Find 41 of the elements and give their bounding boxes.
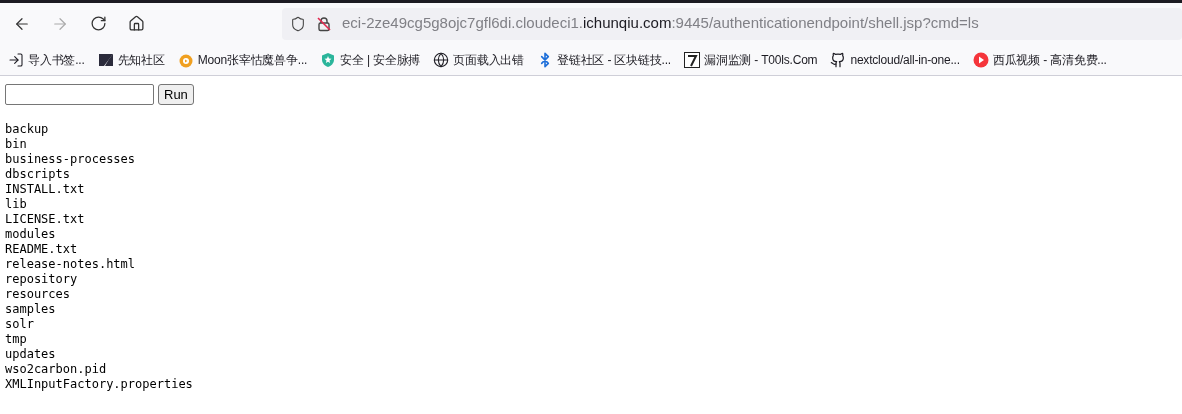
bookmark-item[interactable]: 先知社区 xyxy=(97,50,165,69)
output-line: solr xyxy=(5,317,34,332)
bookmark-item[interactable]: nextcloud/all-in-one... xyxy=(830,50,960,69)
shield-icon xyxy=(320,51,337,68)
bookmark-item[interactable]: Moon张宰怙魔兽争... xyxy=(177,50,308,69)
output-line: dbscripts xyxy=(5,167,71,182)
output-line: XMLInputFactory.properties xyxy=(5,377,193,392)
home-icon xyxy=(127,15,145,32)
import-icon xyxy=(8,51,24,68)
output-line: modules xyxy=(5,227,56,242)
bookmark-item[interactable]: 漏洞监测 - T00ls.Com xyxy=(683,50,818,69)
output-line: repository xyxy=(5,272,78,287)
bookmark-item[interactable]: 安全 | 安全脉搏 xyxy=(320,50,421,69)
output-line: bin xyxy=(5,137,27,152)
insecure-lock-icon[interactable] xyxy=(316,15,332,32)
shield-icon[interactable] xyxy=(290,15,306,32)
bookmark-item[interactable]: 西瓜视频 - 高清免费... xyxy=(972,50,1107,69)
bookmark-item[interactable]: 页面载入出错 xyxy=(433,50,525,69)
command-field[interactable] xyxy=(5,84,154,105)
play-icon xyxy=(972,51,989,68)
output-line: wso2carbon.pid xyxy=(5,362,107,377)
output-line: samples xyxy=(5,302,56,317)
github-icon xyxy=(830,51,847,68)
reload-icon xyxy=(89,15,107,32)
globe-icon xyxy=(433,51,450,68)
output-line: resources xyxy=(5,287,71,302)
url-text: eci-2ze49cg5g8ojc7gfl6di.cloudeci1.ichunqiu.com:9445/authenticationendpoint/shell.jsp?cmd=ls xyxy=(342,13,979,34)
run-button[interactable]: Run xyxy=(158,84,194,105)
output-line: release-notes.html xyxy=(5,257,136,272)
output-line: backup xyxy=(5,122,49,137)
output-line: LICENSE.txt xyxy=(5,212,85,227)
output-line: business-processes xyxy=(5,152,136,167)
bookmark-item[interactable]: 登链社区 - 区块链技... xyxy=(537,50,671,69)
seven-logo-icon xyxy=(683,51,700,68)
bookmark-item[interactable]: 导入书签... xyxy=(8,50,85,69)
output-line: INSTALL.txt xyxy=(5,182,85,197)
output-line: lib xyxy=(5,197,27,212)
address-bar[interactable]: eci-2ze49cg5g8ojc7gfl6di.cloudeci1.ichunqiu.com:9445/authenticationendpoint/shell.jsp?cmd=ls xyxy=(282,7,1182,40)
output-line: README.txt xyxy=(5,242,78,257)
output-line: tmp xyxy=(5,332,27,347)
output-line: updates xyxy=(5,347,56,362)
